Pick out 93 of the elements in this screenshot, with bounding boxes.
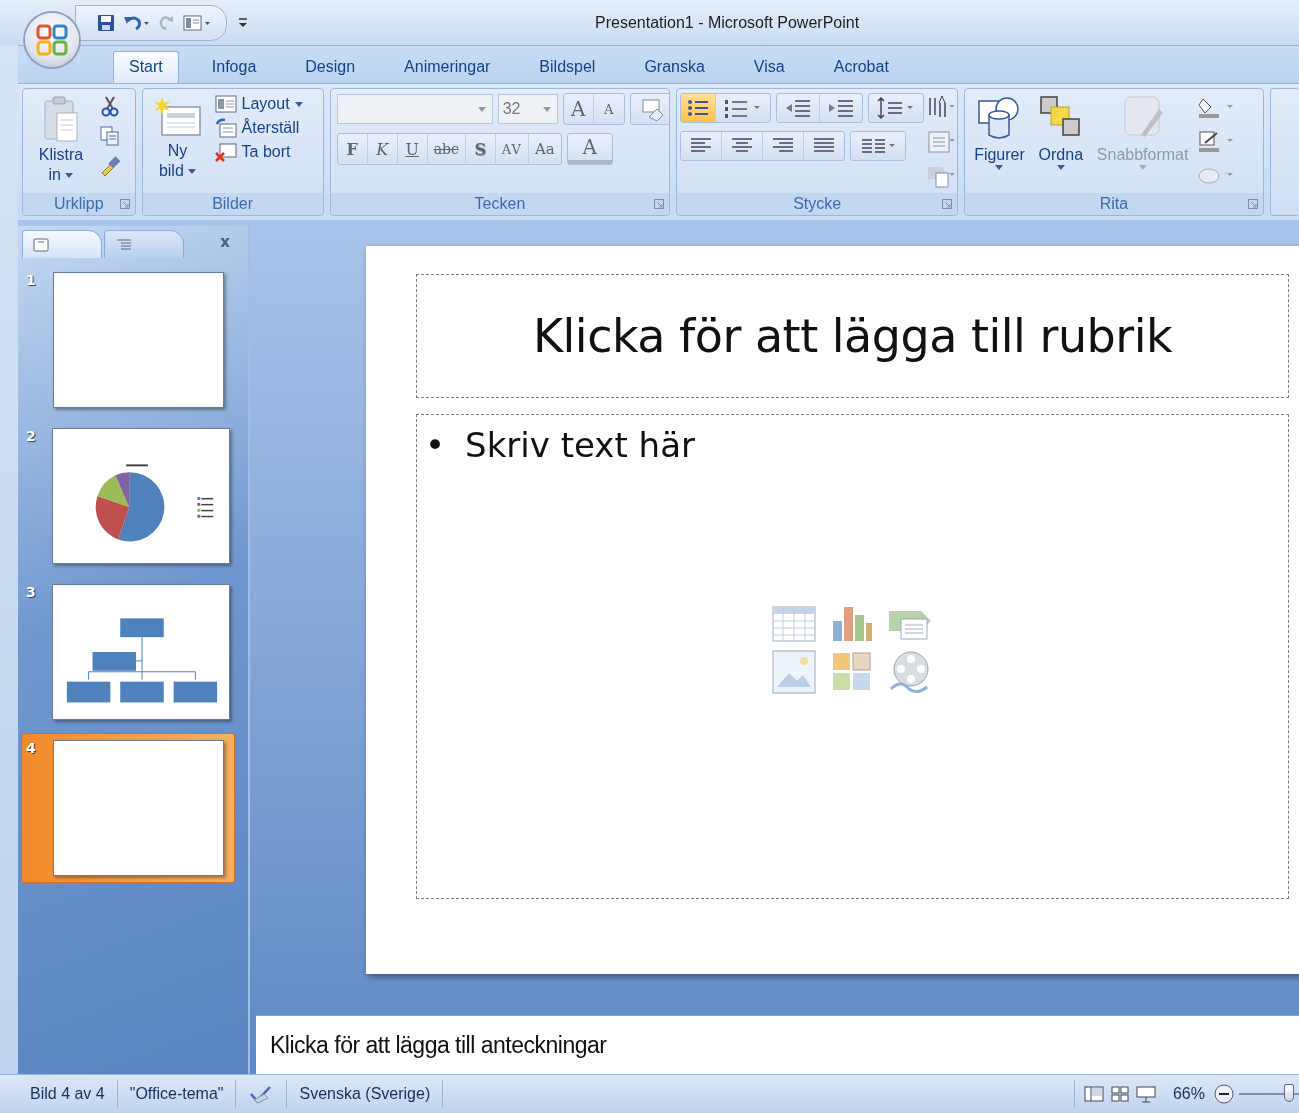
ribbon-tab[interactable]: Visa — [737, 51, 801, 83]
ribbon-tab[interactable]: Start — [113, 51, 179, 83]
paste-button[interactable]: Klistra in — [29, 93, 93, 187]
body-placeholder-text: Skriv text här — [465, 425, 695, 465]
format-painter-icon[interactable] — [99, 155, 121, 177]
ribbon-button[interactable]: Layout — [212, 93, 305, 115]
shrink-font-button[interactable]: A — [593, 94, 624, 124]
delete-slide-icon — [214, 142, 237, 162]
ribbon-button[interactable]: Ordna — [1033, 93, 1088, 172]
format-button[interactable]: AV — [495, 134, 529, 164]
slide-thumbnail[interactable] — [53, 740, 224, 876]
group-label: Tecken — [474, 195, 526, 213]
chart-title-mark — [125, 464, 148, 467]
save-icon[interactable] — [96, 12, 116, 33]
dropdown-icon — [294, 101, 303, 107]
zoom-out-icon[interactable] — [1213, 1083, 1235, 1105]
dropdown-icon — [542, 107, 551, 112]
org-chart-box — [66, 681, 111, 703]
normal-view-icon[interactable] — [1082, 1085, 1105, 1103]
dialog-launcher-icon[interactable] — [119, 199, 130, 209]
slides-tab[interactable] — [22, 230, 102, 258]
org-chart-box — [120, 618, 164, 638]
scissors-icon[interactable] — [99, 95, 121, 117]
content-placeholder[interactable]: • Skriv text här — [416, 414, 1289, 899]
copy-icon[interactable] — [99, 125, 121, 147]
clipboard-icon — [41, 95, 81, 145]
font-name-field[interactable] — [336, 94, 493, 124]
format-button[interactable]: K — [367, 134, 398, 164]
slide-thumbnail[interactable] — [51, 584, 230, 720]
group-label: Bilder — [212, 195, 254, 213]
zoom-slider-thumb[interactable] — [1284, 1084, 1294, 1102]
ribbon-tab[interactable]: Animeringar — [388, 51, 507, 83]
dropdown-icon — [65, 173, 74, 179]
ribbon-tab[interactable]: Design — [289, 51, 372, 83]
status-text: Svenska (Sverige) — [287, 1080, 444, 1108]
format-button[interactable]: S — [465, 134, 496, 164]
org-chart-box — [92, 652, 136, 671]
ribbon-tab[interactable]: Acrobat — [817, 51, 905, 83]
layout-icon[interactable] — [182, 12, 212, 33]
slide-number: 4 — [26, 740, 37, 758]
format-button[interactable]: U — [397, 134, 428, 164]
ribbon-button[interactable]: Återställ — [212, 117, 305, 139]
ribbon-tab[interactable]: Granska — [628, 51, 721, 83]
slide-show-icon[interactable] — [1134, 1085, 1157, 1103]
format-button[interactable]: Aa — [528, 134, 561, 164]
ribbon-button[interactable]: Ta bort — [212, 141, 305, 163]
slide-sorter-icon[interactable] — [1108, 1085, 1131, 1103]
grow-font-button[interactable]: A — [563, 94, 594, 124]
status-text: "Office-tema" — [117, 1080, 237, 1108]
slide-number: 2 — [26, 428, 36, 446]
group-label: Stycke — [793, 195, 842, 213]
dialog-launcher-icon[interactable] — [942, 199, 953, 209]
org-chart-box — [120, 681, 164, 703]
ribbon-button[interactable]: Figurer — [971, 93, 1028, 172]
bullet-list-icon — [686, 98, 711, 118]
customize-toolbar-icon[interactable] — [237, 15, 249, 30]
format-button[interactable]: abc — [427, 134, 466, 164]
title-placeholder-text: Klicka för att lägga till rubrik — [532, 309, 1173, 363]
ribbon-tab[interactable]: Bildspel — [523, 51, 612, 83]
bullets-button[interactable] — [681, 94, 717, 122]
new-slide-button[interactable]: Ny bild — [148, 93, 207, 183]
window-title: Presentation1 - Microsoft PowerPoint — [595, 14, 860, 32]
slide-icon — [33, 237, 49, 252]
slide-number: 1 — [26, 272, 37, 290]
title-placeholder[interactable]: Klicka för att lägga till rubrik — [416, 274, 1289, 398]
notes-placeholder: Klicka för att lägga till anteckningar — [270, 1031, 607, 1059]
dropdown-icon — [477, 107, 486, 112]
slide-thumbnail[interactable] — [51, 428, 230, 564]
layout-icon — [214, 94, 237, 114]
dialog-launcher-icon[interactable] — [654, 199, 665, 209]
zoom-level[interactable]: 66% — [1164, 1085, 1213, 1103]
ribbon-tab[interactable]: Infoga — [195, 51, 273, 83]
reset-icon — [214, 118, 237, 138]
group-label: Rita — [1099, 195, 1129, 213]
office-logo-icon — [35, 23, 69, 57]
close-button[interactable]: x — [214, 232, 236, 252]
chart-legend — [197, 497, 213, 518]
dialog-launcher-icon[interactable] — [1247, 199, 1258, 209]
group-label: Urklipp — [53, 195, 104, 213]
dropdown-icon — [1056, 165, 1065, 170]
bullet: • — [425, 425, 446, 465]
outline-icon — [115, 237, 133, 252]
dropdown-icon — [188, 169, 197, 175]
status-text: Bild 4 av 4 — [18, 1080, 118, 1108]
dropdown-icon — [995, 165, 1004, 170]
format-button[interactable]: F — [337, 134, 368, 164]
slide-thumbnail[interactable] — [53, 272, 224, 408]
font-color-button[interactable]: A — [567, 134, 612, 164]
font-size-field[interactable]: 32 — [497, 94, 558, 124]
slide-number: 3 — [26, 584, 36, 602]
dropdown-icon — [1138, 165, 1147, 170]
notes-field[interactable]: Klicka för att lägga till anteckningar — [256, 1015, 1299, 1074]
org-chart-box — [173, 681, 217, 703]
